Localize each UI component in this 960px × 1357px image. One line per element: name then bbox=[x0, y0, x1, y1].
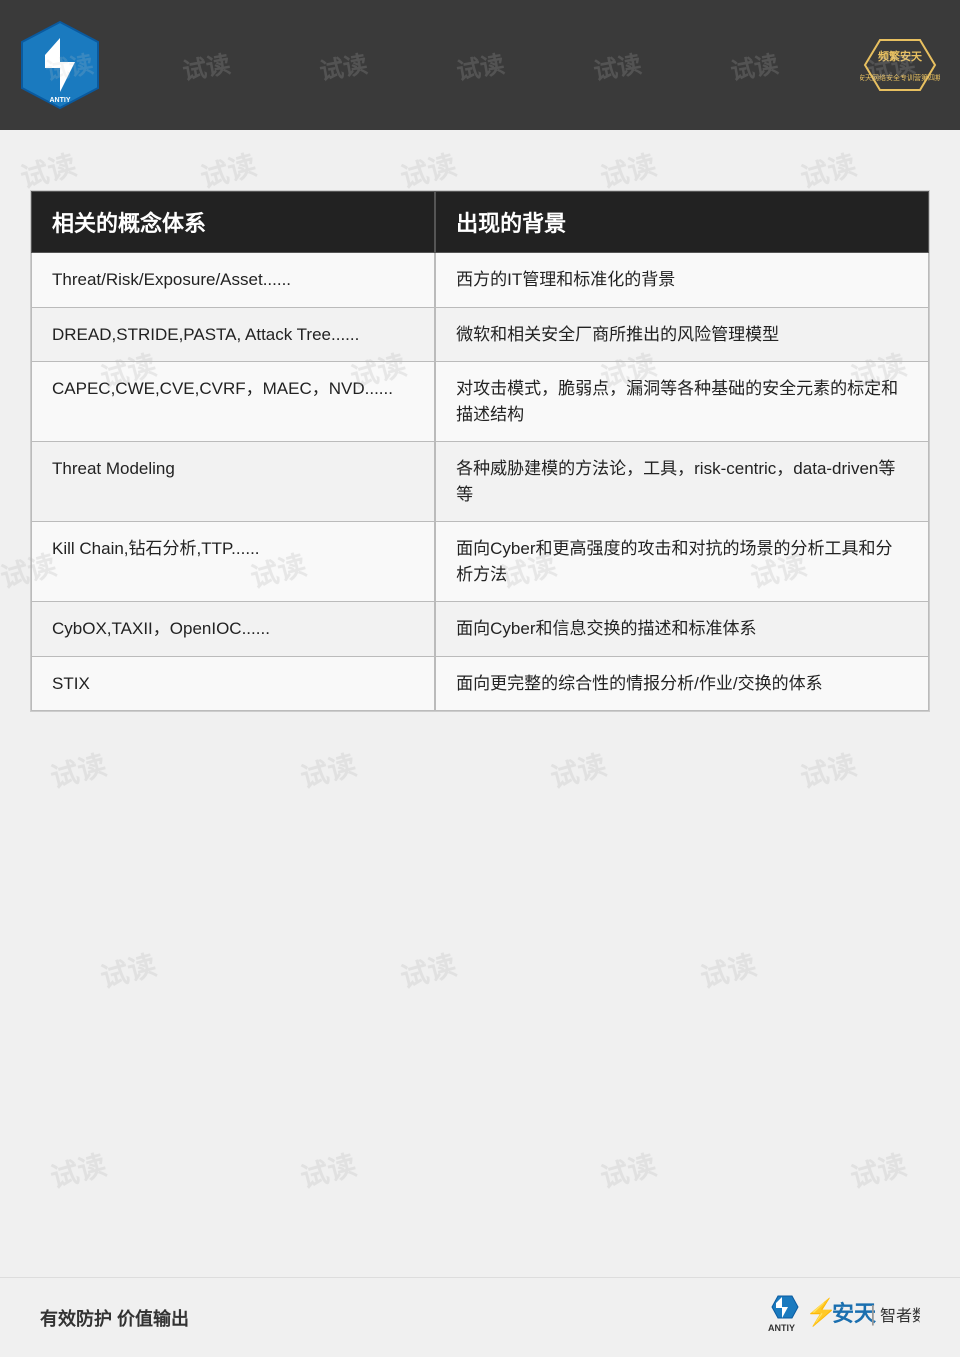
wm-body-4: 试读 bbox=[596, 143, 660, 196]
wm-body-19: 试读 bbox=[396, 943, 460, 996]
table-cell-left-3: Threat Modeling bbox=[32, 442, 436, 522]
table-cell-left-6: STIX bbox=[32, 656, 436, 711]
wm-body-14: 试读 bbox=[46, 743, 110, 796]
table-cell-right-2: 对攻击模式，脆弱点，漏洞等各种基础的安全元素的标定和描述结构 bbox=[435, 362, 928, 442]
table-row: CAPEC,CWE,CVE,CVRF，MAEC，NVD......对攻击模式，脆… bbox=[32, 362, 929, 442]
wm-body-18: 试读 bbox=[96, 943, 160, 996]
wm-body-20: 试读 bbox=[696, 943, 760, 996]
header-watermarks: 试读 试读 试读 试读 试读 试读 试读 bbox=[0, 0, 960, 130]
wm-body-5: 试读 bbox=[796, 143, 860, 196]
table-row: Kill Chain,钻石分析,TTP......面向Cyber和更高强度的攻击… bbox=[32, 522, 929, 602]
svg-text:安天网络安全专训营第四期: 安天网络安全专训营第四期 bbox=[860, 73, 940, 82]
table-cell-left-1: DREAD,STRIDE,PASTA, Attack Tree...... bbox=[32, 307, 436, 362]
footer-tagline: 有效防护 价值输出 bbox=[40, 1305, 189, 1331]
wm-body-21: 试读 bbox=[46, 1143, 110, 1196]
col-left-header: 相关的概念体系 bbox=[32, 192, 436, 253]
concept-table: 相关的概念体系 出现的背景 Threat/Risk/Exposure/Asset… bbox=[31, 191, 929, 711]
table-cell-right-3: 各种威胁建模的方法论，工具，risk-centric，data-driven等等 bbox=[435, 442, 928, 522]
wm-body-3: 试读 bbox=[396, 143, 460, 196]
table-cell-right-5: 面向Cyber和信息交换的描述和标准体系 bbox=[435, 602, 928, 657]
table-cell-right-0: 西方的IT管理和标准化的背景 bbox=[435, 253, 928, 308]
table-row: Threat/Risk/Exposure/Asset......西方的IT管理和… bbox=[32, 253, 929, 308]
table-cell-left-4: Kill Chain,钻石分析,TTP...... bbox=[32, 522, 436, 602]
col-right-header: 出现的背景 bbox=[435, 192, 928, 253]
wm-body-1: 试读 bbox=[16, 143, 80, 196]
table-row: CybOX,TAXII，OpenIOC......面向Cyber和信息交换的描述… bbox=[32, 602, 929, 657]
table-cell-right-6: 面向更完整的综合性的情报分析/作业/交换的体系 bbox=[435, 656, 928, 711]
wm-body-17: 试读 bbox=[796, 743, 860, 796]
page-header: ANTIY 试读 试读 试读 试读 试读 试读 试读 频繁安天 安天网络安全专训… bbox=[0, 0, 960, 130]
watermark-6: 试读 bbox=[728, 44, 781, 87]
watermark-3: 试读 bbox=[316, 44, 369, 87]
page-footer: 有效防护 价值输出 ANTIY ⚡ 安天 | 智者数天下 bbox=[0, 1277, 960, 1357]
table-row: DREAD,STRIDE,PASTA, Attack Tree......微软和… bbox=[32, 307, 929, 362]
table-cell-left-5: CybOX,TAXII，OpenIOC...... bbox=[32, 602, 436, 657]
watermark-5: 试读 bbox=[590, 44, 643, 87]
wm-body-15: 试读 bbox=[296, 743, 360, 796]
wm-body-2: 试读 bbox=[196, 143, 260, 196]
table-header-row: 相关的概念体系 出现的背景 bbox=[32, 192, 929, 253]
antiy-logo: ANTIY bbox=[20, 20, 100, 110]
footer-logo: ANTIY ⚡ 安天 | 智者数天下 bbox=[760, 1293, 920, 1343]
table-row: STIX面向更完整的综合性的情报分析/作业/交换的体系 bbox=[32, 656, 929, 711]
svg-text:ANTIY: ANTIY bbox=[50, 97, 71, 104]
wm-body-23: 试读 bbox=[596, 1143, 660, 1196]
main-content: 相关的概念体系 出现的背景 Threat/Risk/Exposure/Asset… bbox=[30, 190, 930, 712]
table-row: Threat Modeling各种威胁建模的方法论，工具，risk-centri… bbox=[32, 442, 929, 522]
wm-body-22: 试读 bbox=[296, 1143, 360, 1196]
table-cell-right-1: 微软和相关安全厂商所推出的风险管理模型 bbox=[435, 307, 928, 362]
watermark-4: 试读 bbox=[453, 44, 506, 87]
wm-body-24: 试读 bbox=[846, 1143, 910, 1196]
wm-body-16: 试读 bbox=[546, 743, 610, 796]
table-cell-left-2: CAPEC,CWE,CVE,CVRF，MAEC，NVD...... bbox=[32, 362, 436, 442]
table-cell-right-4: 面向Cyber和更高强度的攻击和对抗的场景的分析工具和分析方法 bbox=[435, 522, 928, 602]
svg-text:频繁安天: 频繁安天 bbox=[878, 49, 923, 63]
header-right-logo: 频繁安天 安天网络安全专训营第四期 bbox=[860, 35, 940, 95]
table-cell-left-0: Threat/Risk/Exposure/Asset...... bbox=[32, 253, 436, 308]
logo-area: ANTIY bbox=[20, 20, 100, 110]
svg-text:ANTIY: ANTIY bbox=[768, 1323, 795, 1333]
svg-text:智者数天下: 智者数天下 bbox=[880, 1307, 920, 1325]
svg-text:|: | bbox=[870, 1301, 876, 1326]
watermark-2: 试读 bbox=[179, 44, 232, 87]
